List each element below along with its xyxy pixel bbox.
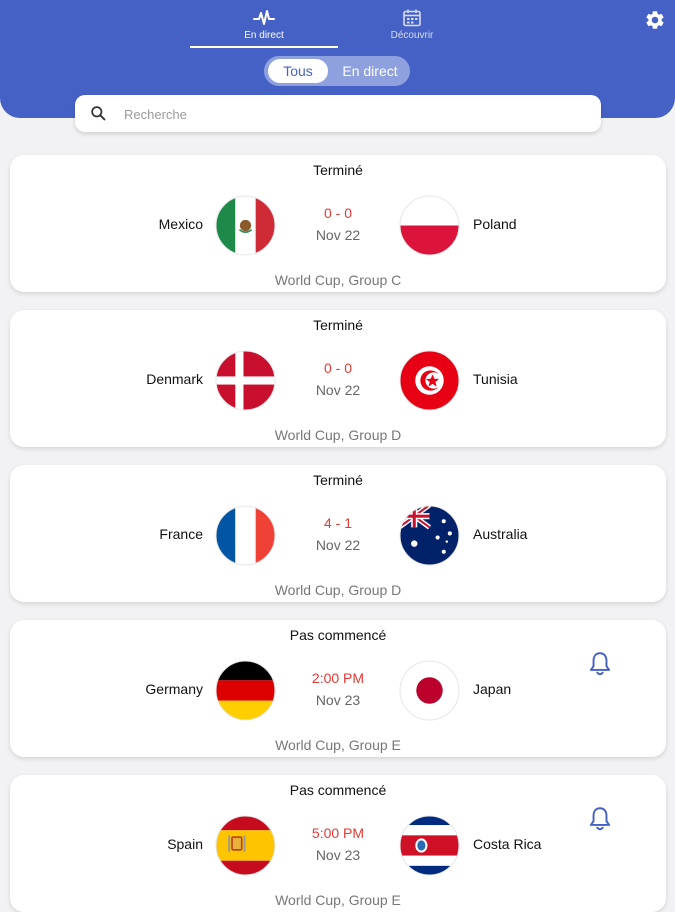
- australia-flag-icon: [399, 505, 460, 566]
- tab-live[interactable]: En direct: [190, 6, 338, 46]
- match-score: 4 - 1: [323, 515, 352, 531]
- home-team-name: Germany: [145, 681, 203, 697]
- match-date: Nov 22: [315, 537, 361, 553]
- search-bar: [75, 95, 601, 132]
- competition-label: World Cup, Group E: [275, 737, 401, 753]
- match-status: Terminé: [313, 472, 363, 488]
- match-card[interactable]: Pas commencé Germany 2:00 PM Nov 23 Japa…: [10, 620, 666, 757]
- denmark-flag-icon: [215, 350, 276, 411]
- away-team-name: Poland: [473, 216, 517, 232]
- france-flag-icon: [215, 505, 276, 566]
- home-team-name: Mexico: [158, 216, 203, 232]
- bell-icon[interactable]: [587, 650, 613, 678]
- filter-all-button[interactable]: Tous: [268, 59, 328, 83]
- match-card[interactable]: Terminé Mexico 0 - 0 Nov 22 Poland World…: [10, 155, 666, 292]
- tab-discover-label: Découvrir: [390, 30, 434, 41]
- competition-label: World Cup, Group C: [274, 272, 402, 288]
- poland-flag-icon: [399, 195, 460, 256]
- search-icon: [91, 106, 106, 121]
- match-status: Terminé: [313, 317, 363, 333]
- match-status: Terminé: [313, 162, 363, 178]
- gear-icon[interactable]: [644, 9, 666, 31]
- match-score: 0 - 0: [323, 205, 352, 221]
- mexico-flag-icon: [215, 195, 276, 256]
- competition-label: World Cup, Group D: [274, 582, 402, 598]
- match-date: Nov 23: [315, 692, 361, 708]
- active-tab-indicator: [190, 46, 338, 48]
- match-card[interactable]: Terminé Denmark 0 - 0 Nov 22 Tunisia Wor…: [10, 310, 666, 447]
- match-date: Nov 22: [315, 227, 361, 243]
- match-date: Nov 22: [315, 382, 361, 398]
- bell-icon[interactable]: [587, 805, 613, 833]
- home-team-name: Spain: [167, 836, 203, 852]
- match-status: Pas commencé: [289, 627, 387, 643]
- competition-label: World Cup, Group D: [274, 427, 402, 443]
- match-card[interactable]: Pas commencé Spain 5:00 PM Nov 23 Costa …: [10, 775, 666, 912]
- tab-discover[interactable]: Découvrir: [338, 6, 486, 46]
- tab-live-label: En direct: [244, 30, 284, 41]
- costa-rica-flag-icon: [399, 815, 460, 876]
- pulse-icon: [253, 10, 275, 25]
- away-team-name: Costa Rica: [473, 836, 542, 852]
- match-score: 0 - 0: [323, 360, 352, 376]
- japan-flag-icon: [399, 660, 460, 721]
- away-team-name: Australia: [473, 526, 528, 542]
- match-date: Nov 23: [315, 847, 361, 863]
- germany-flag-icon: [215, 660, 276, 721]
- match-time: 5:00 PM: [311, 825, 365, 841]
- match-status: Pas commencé: [289, 782, 387, 798]
- search-input[interactable]: [122, 101, 586, 128]
- match-time: 2:00 PM: [311, 670, 365, 686]
- filter-toggle: Tous En direct: [264, 56, 410, 86]
- calendar-icon: [403, 9, 421, 27]
- home-team-name: France: [159, 526, 203, 542]
- filter-live-button[interactable]: En direct: [334, 59, 406, 83]
- away-team-name: Japan: [473, 681, 512, 697]
- spain-flag-icon: [215, 815, 276, 876]
- match-card[interactable]: Terminé France 4 - 1 Nov 22 Australia Wo…: [10, 465, 666, 602]
- home-team-name: Denmark: [146, 371, 203, 387]
- away-team-name: Tunisia: [473, 371, 518, 387]
- tunisia-flag-icon: [399, 350, 460, 411]
- competition-label: World Cup, Group E: [275, 892, 401, 908]
